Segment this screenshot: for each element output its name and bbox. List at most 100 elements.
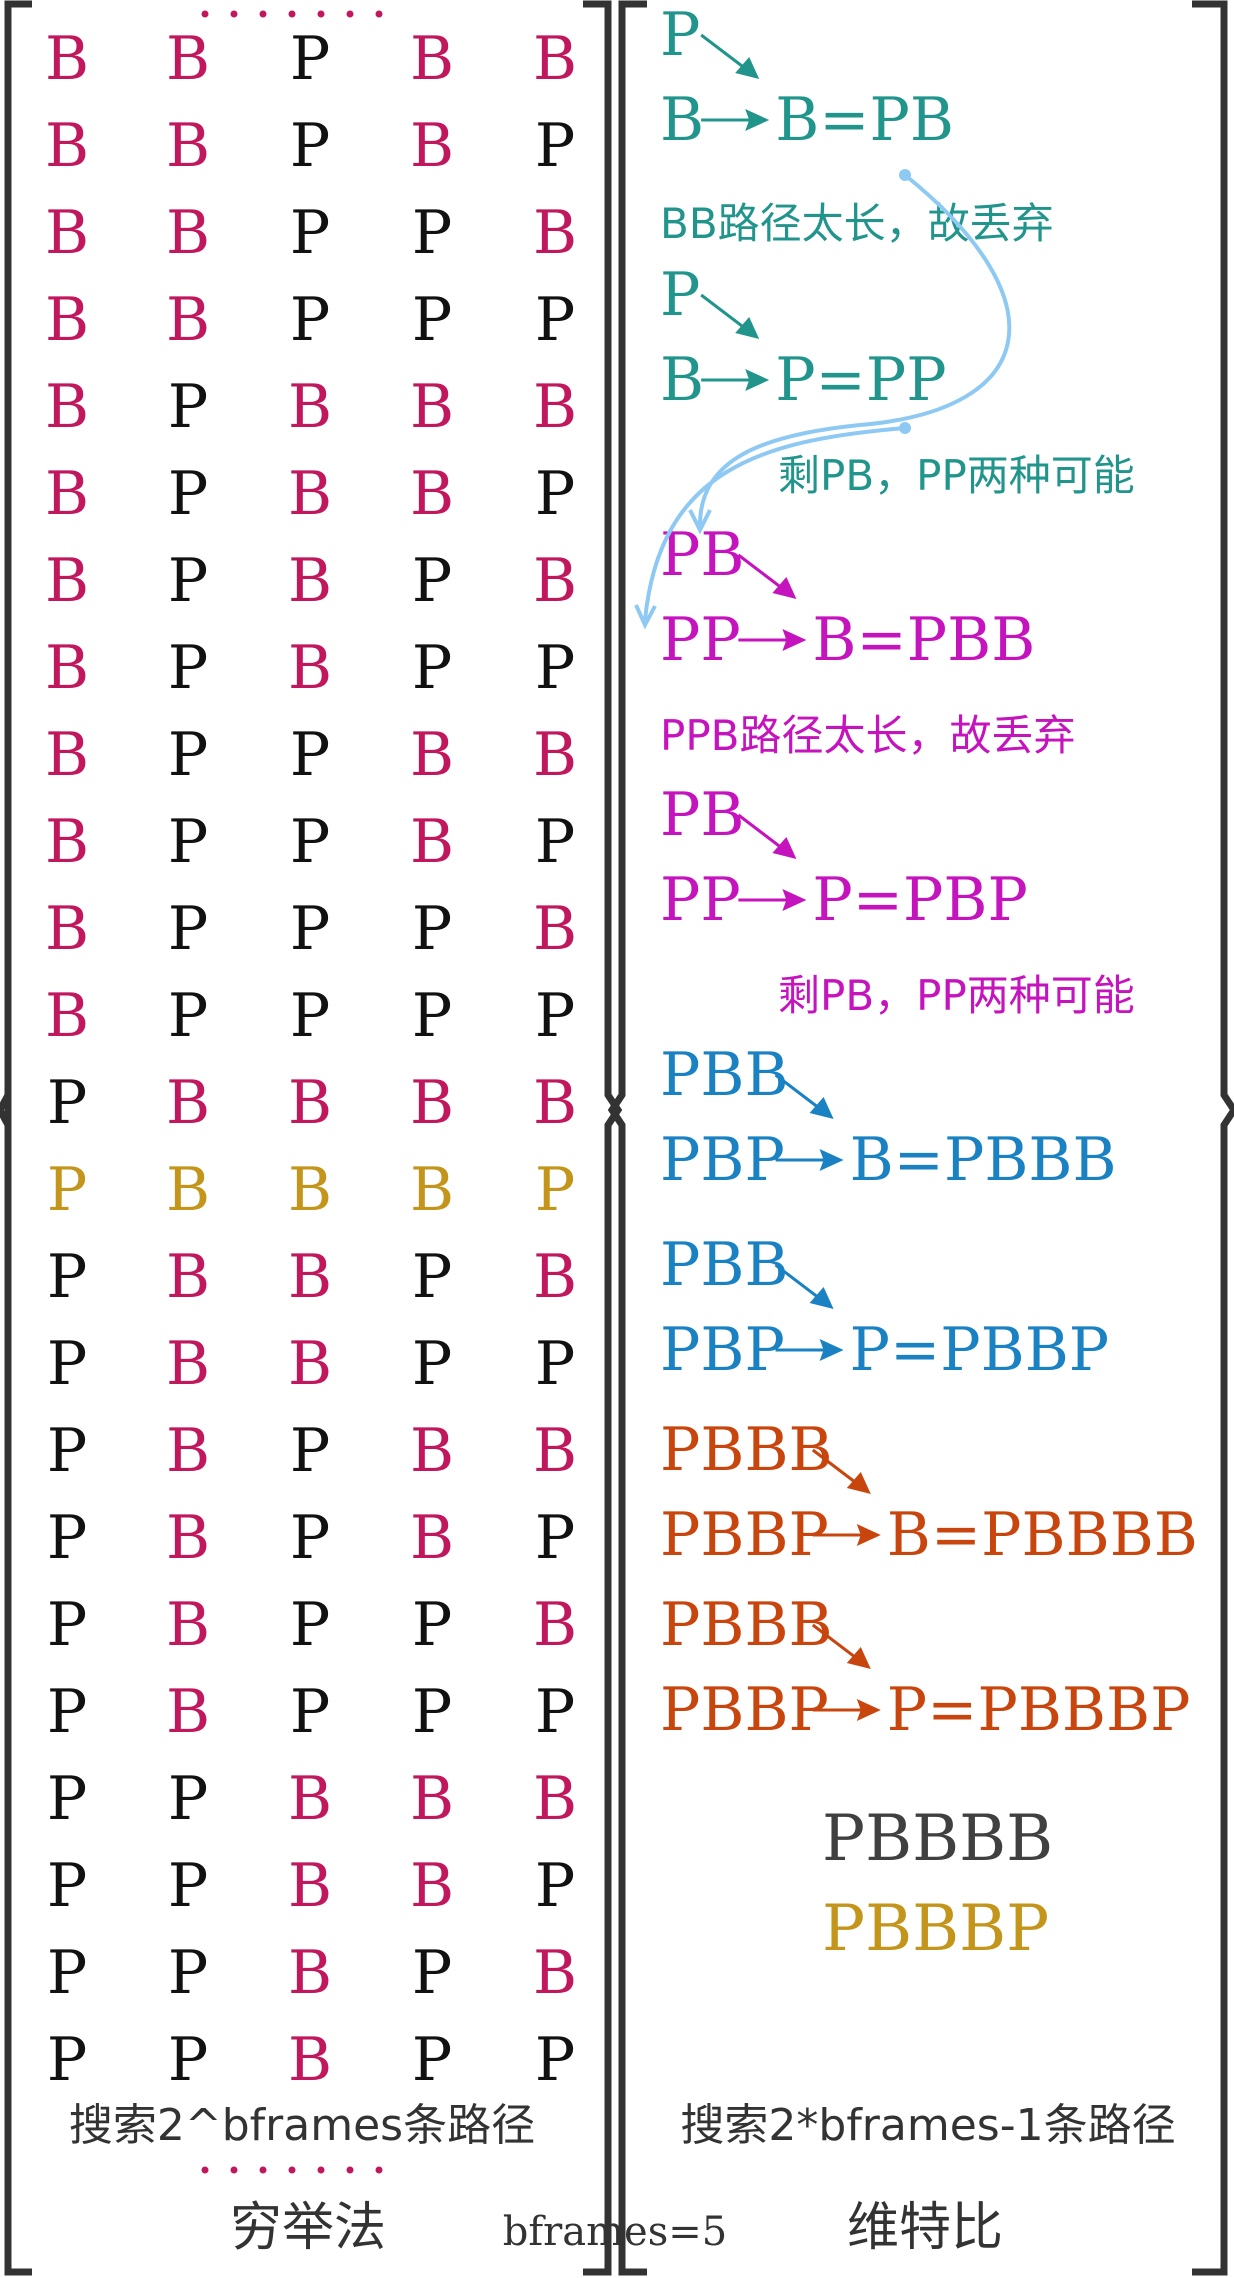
grid-cell: B [288,1242,332,1312]
grid-cell: P [47,1416,87,1486]
step-prefix-b: P [660,260,700,330]
grid-cell: P [168,807,208,877]
step-prefix-b: PBB [660,1230,789,1300]
step-result: P=PBBBP [887,1675,1191,1745]
grid-cell: P [412,1590,452,1660]
grid-cell: B [410,372,454,442]
grid-cell: P [535,1677,575,1747]
left-title: 穷举法 [230,2198,386,2258]
arrow-head [846,1472,871,1494]
grid-cell: B [166,1155,210,1225]
right-footer: 搜索2*bframes-1条路径 [680,2100,1175,2151]
grid-cell: B [166,1068,210,1138]
grid-cell: P [535,459,575,529]
step-result: P=PBP [812,865,1027,935]
grid-cell: B [533,1242,577,1312]
grid-cell: B [288,1764,332,1834]
arrow-head [772,837,797,859]
step-prefix-p: PBP [660,1315,785,1385]
arrow-head [809,1097,834,1119]
arrow-head [809,1287,834,1309]
grid-cell: P [47,1764,87,1834]
grid-cell: B [166,1590,210,1660]
grid-cell: B [410,807,454,877]
dot [375,2166,383,2174]
grid-cell: P [412,198,452,268]
grid-cell: P [412,981,452,1051]
grid-cell: P [168,1764,208,1834]
dot [201,10,209,18]
grid-cell: B [45,981,89,1051]
grid-cell: P [290,1590,330,1660]
grid-cell: B [45,894,89,964]
dot [259,2166,267,2174]
step-result: P=PP [775,345,946,415]
final-result: PBBBB [822,1802,1053,1876]
grid-cell: P [290,1416,330,1486]
grid-cell: P [168,894,208,964]
grid-cell: P [290,894,330,964]
grid-cell: P [47,1938,87,2008]
grid-cell: B [166,1242,210,1312]
grid-cell: P [290,807,330,877]
viterbi-diagram: B B P B BB B P B PB B P P BB B P P PB P B B BB P B B PB P B P BB P B P P… [0,0,1234,2276]
grid-cell: B [533,372,577,442]
grid-cell: P [47,2025,87,2095]
bframes-label: bframes=5 [503,2209,727,2255]
grid-cell: P [47,1590,87,1660]
final-result: PBBBP [822,1892,1049,1966]
grid-cell: P [47,1068,87,1138]
grid-cell: B [45,807,89,877]
grid-cell: B [410,1155,454,1225]
grid-cell: P [47,1155,87,1225]
grid-cell: B [410,111,454,181]
grid-cell: P [168,720,208,790]
step-prefix-p: PBBP [660,1500,829,1570]
grid-cell: B [288,2025,332,2095]
grid-cell: P [290,111,330,181]
grid-cell: B [166,1416,210,1486]
grid-cell: B [166,1677,210,1747]
step-prefix-b: PBBB [660,1590,833,1660]
grid-cell: B [45,198,89,268]
grid-cell: B [45,372,89,442]
grid-cell: B [533,24,577,94]
grid-cell: B [533,720,577,790]
dot [375,10,383,18]
grid-cell: P [412,546,452,616]
grid-cell: P [412,1677,452,1747]
grid-cell: P [168,633,208,703]
grid-cell: B [45,24,89,94]
dot [259,10,267,18]
grid-cell: B [288,459,332,529]
grid-cell: B [410,1068,454,1138]
step-result: P=PBBP [850,1315,1110,1385]
grid-cell: B [533,1590,577,1660]
grid-cell: B [533,1938,577,2008]
grid-cell: B [410,459,454,529]
grid-cell: B [410,720,454,790]
grid-cell: B [166,285,210,355]
grid-cell: B [166,198,210,268]
grid-cell: B [533,1764,577,1834]
grid-cell: P [168,1851,208,1921]
grid-cell: B [45,633,89,703]
grid-cell: B [166,111,210,181]
viterbi-steps: PB B=PBPB P=PPBB路径太长，故丢弃剩PB，PP两种可能PBPP B=PB… [660,0,1198,1966]
step-prefix-p: PBBP [660,1675,829,1745]
grid-cell: B [166,1329,210,1399]
dot [346,2166,354,2174]
step-result: B=PB [775,85,954,155]
grid-cell: P [168,1938,208,2008]
grid-cell: P [290,720,330,790]
arrow-head [735,57,760,79]
grid-cell: B [288,1329,332,1399]
grid-cell: P [168,2025,208,2095]
grid-cell: B [288,1851,332,1921]
grid-cell: P [290,1503,330,1573]
step-prefix-p: PBP [660,1125,785,1195]
step-prefix-b: P [660,0,700,70]
arrow-head [846,1647,871,1669]
grid-cell: P [412,1242,452,1312]
exhaustive-grid: B B P B BB B P B PB B P P BB B P P PB P B B BB P B B PB P B P BB P B P P… [45,24,577,2095]
